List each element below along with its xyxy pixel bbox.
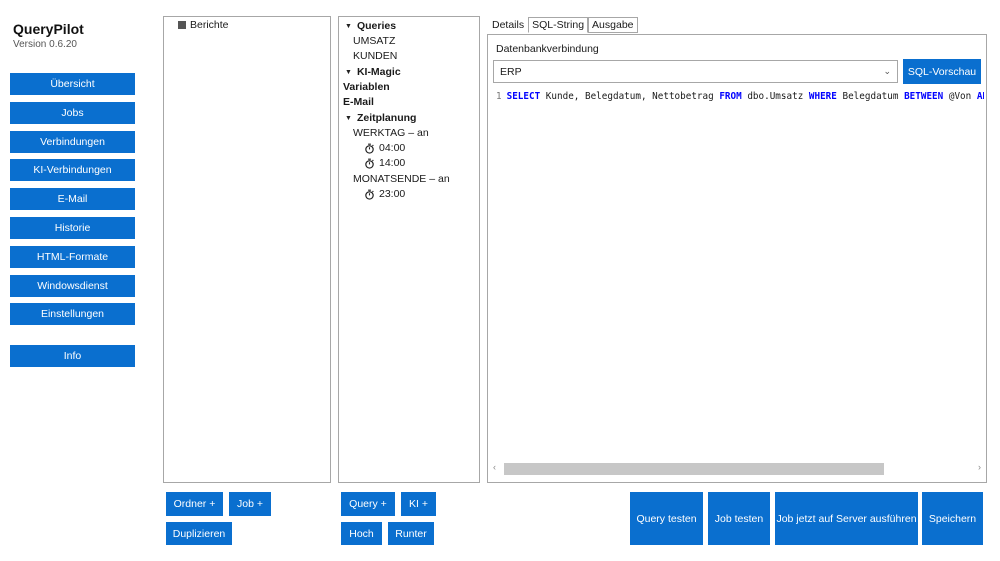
add-job-button[interactable]: Job + (229, 492, 271, 516)
add-ai-button[interactable]: KI + (401, 492, 436, 516)
tree-node-label: Queries (356, 20, 397, 32)
tree-item-time[interactable]: 23:00 (364, 188, 405, 200)
line-number: 1 (496, 91, 502, 102)
scroll-right-icon[interactable]: › (978, 462, 981, 472)
nav-button-html-formats[interactable]: HTML-Formate (10, 245, 135, 268)
tree-item-query-umsatz[interactable]: UMSATZ (353, 35, 395, 47)
sql-code-text: SELECT Kunde, Belegdatum, Nettobetrag FR… (507, 91, 984, 102)
sql-keyword: AND (976, 91, 984, 102)
tree-node-label: Zeitplanung (356, 112, 417, 124)
duplicate-button[interactable]: Duplizieren (166, 522, 232, 545)
run-job-on-server-button[interactable]: Job jetzt auf Server ausführen (775, 492, 918, 545)
caret-down-icon: ▼ (345, 68, 352, 76)
horizontal-scrollbar[interactable]: ‹ › (493, 462, 983, 475)
tab-sql-string[interactable]: SQL-String (528, 17, 589, 33)
sql-keyword: BETWEEN (904, 91, 944, 102)
tab-details[interactable]: Details (488, 17, 528, 33)
tab-bar: Details SQL-String Ausgabe (488, 17, 638, 33)
nav-button-settings[interactable]: Einstellungen (10, 303, 135, 326)
tree-item-query-kunden[interactable]: KUNDEN (353, 50, 397, 62)
connection-label: Datenbankverbindung (496, 43, 599, 55)
sql-keyword: FROM (719, 91, 742, 102)
caret-down-icon: ▼ (345, 22, 352, 30)
sql-keyword: SELECT (506, 91, 541, 102)
stopwatch-icon (365, 189, 374, 200)
stopwatch-icon (365, 158, 374, 169)
sql-text: dbo.Umsatz (741, 91, 809, 102)
stopwatch-icon (365, 143, 374, 154)
nav-button-history[interactable]: Historie (10, 216, 135, 239)
nav-button-info[interactable]: Info (10, 345, 135, 367)
tree-item-schedule-monatsende[interactable]: MONATSENDE – an (353, 173, 450, 185)
sql-editor-panel: Datenbankverbindung ERP ⌄ SQL-Vorschau 1… (487, 34, 987, 483)
tree-node-variables[interactable]: Variablen (343, 81, 390, 93)
caret-down-icon: ▼ (345, 114, 352, 122)
tree-folder-reports[interactable]: Berichte (178, 19, 229, 31)
sql-text: Kunde, Belegdatum, Nettobetrag (540, 91, 720, 102)
tree-node-email[interactable]: E-Mail (343, 96, 374, 108)
save-button[interactable]: Speichern (922, 492, 983, 545)
folder-tree-panel: Berichte (163, 16, 331, 483)
schedule-time: 04:00 (379, 142, 406, 154)
connection-value: ERP (500, 65, 522, 78)
sql-keyword: WHERE (808, 91, 837, 102)
tree-item-time[interactable]: 14:00 (364, 157, 405, 169)
move-up-button[interactable]: Hoch (341, 522, 382, 545)
move-down-button[interactable]: Runter (388, 522, 434, 545)
job-structure-panel: ▼ Queries UMSATZ KUNDEN ▼ KI-Magic Varia… (338, 16, 480, 483)
sql-preview-button[interactable]: SQL-Vorschau (903, 59, 981, 84)
app-title: QueryPilot (13, 21, 84, 37)
nav-button-connections[interactable]: Verbindungen (10, 130, 135, 153)
folder-icon (178, 21, 186, 29)
tab-output[interactable]: Ausgabe (588, 17, 638, 33)
test-job-button[interactable]: Job testen (708, 492, 770, 545)
add-query-button[interactable]: Query + (341, 492, 395, 516)
nav-button-ai-connections[interactable]: KI-Verbindungen (10, 159, 135, 182)
chevron-down-icon: ⌄ (883, 66, 891, 76)
nav-button-jobs[interactable]: Jobs (10, 101, 135, 124)
sql-text: @Von (943, 91, 977, 102)
sql-code-editor[interactable]: 1 SELECT Kunde, Belegdatum, Nettobetrag F… (496, 91, 984, 102)
tree-folder-label: Berichte (190, 19, 229, 31)
add-folder-button[interactable]: Ordner + (166, 492, 223, 516)
nav-button-overview[interactable]: Übersicht (10, 73, 135, 95)
tree-item-schedule-werktag[interactable]: WERKTAG – an (353, 127, 429, 139)
connection-select[interactable]: ERP ⌄ (493, 60, 898, 83)
nav-button-windows-service[interactable]: Windowsdienst (10, 274, 135, 297)
schedule-time: 14:00 (379, 157, 406, 169)
test-query-button[interactable]: Query testen (630, 492, 703, 545)
scrollbar-thumb[interactable] (504, 463, 884, 475)
tree-node-label: KI-Magic (356, 66, 401, 78)
tree-node-schedule[interactable]: ▼ Zeitplanung (345, 112, 416, 124)
tree-node-ki-magic[interactable]: ▼ KI-Magic (345, 66, 401, 78)
tree-node-queries[interactable]: ▼ Queries (345, 20, 396, 32)
sidebar-nav: Übersicht Jobs Verbindungen KI-Verbindun… (10, 73, 135, 332)
sql-text: Belegdatum (836, 91, 905, 102)
tree-item-time[interactable]: 04:00 (364, 142, 405, 154)
schedule-time: 23:00 (379, 188, 406, 200)
nav-button-email[interactable]: E-Mail (10, 188, 135, 211)
app-version: Version 0.6.20 (13, 39, 77, 50)
scroll-left-icon[interactable]: ‹ (493, 462, 496, 472)
